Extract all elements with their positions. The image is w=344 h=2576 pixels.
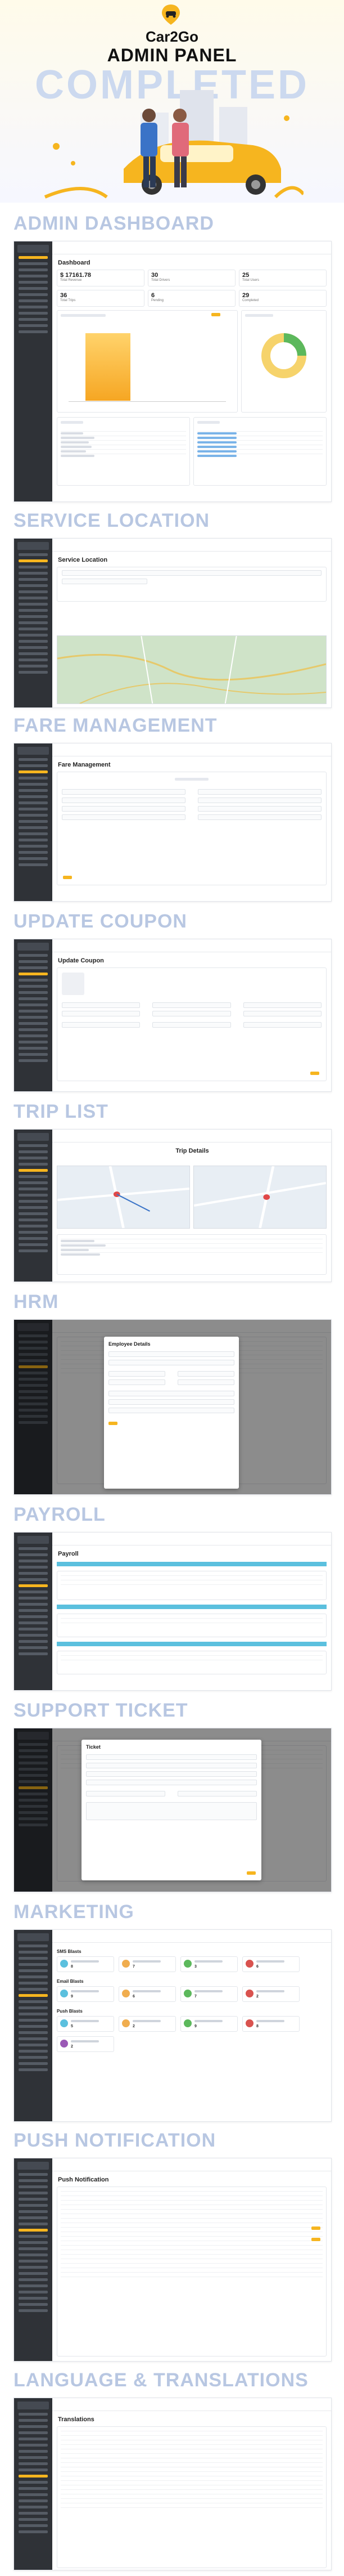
sidebar-item[interactable] [19, 299, 48, 302]
send-button[interactable] [311, 2226, 320, 2230]
blast-tile[interactable]: 2 [57, 2036, 114, 2052]
recent-trips-table [57, 417, 190, 486]
sidebar-item[interactable] [19, 281, 48, 284]
update-button[interactable] [310, 1072, 319, 1075]
blast-tile[interactable]: 8 [57, 1956, 114, 1972]
sidebar-item[interactable] [19, 312, 48, 315]
sidebar-item[interactable] [19, 287, 48, 290]
stat-card: $ 17161.78 Total Revenue [57, 270, 144, 286]
donut-chart [261, 333, 306, 378]
page-title: Service Location [58, 557, 108, 563]
hero-title: ADMIN PANEL [107, 45, 237, 65]
page-title: Trip Details [175, 1148, 209, 1154]
screenshot-fare-management: Fare Management [13, 743, 332, 902]
page-title: Payroll [58, 1551, 79, 1557]
pickup-map[interactable] [57, 1166, 190, 1229]
top-bar [52, 241, 331, 254]
currency-field[interactable] [62, 579, 147, 584]
blast-tile[interactable]: 9 [180, 2016, 238, 2032]
blast-tile[interactable]: 6 [119, 1986, 176, 2002]
screenshot-trip-list: Trip Details [13, 1129, 332, 1282]
section-title-payroll: PAYROLL [13, 1504, 106, 1525]
ticket-modal: Ticket [82, 1740, 261, 1880]
page-title: Push Notification [58, 2176, 109, 2183]
sidebar-item-dashboard[interactable] [19, 256, 48, 259]
page-title: Fare Management [58, 761, 111, 768]
filter-button[interactable] [211, 313, 220, 316]
group-title: Push Blasts [57, 2009, 83, 2014]
revenue-bar [85, 333, 130, 401]
section-title-admin-dashboard: ADMIN DASHBOARD [13, 213, 214, 234]
blast-tile[interactable]: 8 [242, 2016, 300, 2032]
save-button[interactable] [108, 1422, 117, 1425]
trips-chart-card [241, 310, 327, 413]
stat-card: 29 Completed [239, 290, 327, 307]
blast-tile[interactable]: 6 [242, 1956, 300, 1972]
hero-banner: Car2Go COMPLETED ADMIN PANEL [0, 0, 344, 203]
modal-title: Employee Details [108, 1341, 151, 1347]
recent-users-table [193, 417, 327, 486]
screenshot-push-notification: Push Notification [13, 2158, 332, 2362]
blast-tile[interactable]: 7 [119, 1956, 176, 1972]
group-title: Email Blasts [57, 1979, 84, 1984]
section-title-push-notification: PUSH NOTIFICATION [13, 2130, 216, 2151]
screenshot-payroll: Payroll [13, 1532, 332, 1691]
stat-card: 36 Total Trips [57, 290, 144, 307]
section-title-language-translations: LANGUAGE & TRANSLATIONS [13, 2369, 309, 2391]
revenue-chart-card [57, 310, 238, 413]
sidebar-item[interactable] [19, 268, 48, 271]
page-title: Update Coupon [58, 957, 104, 964]
employee-modal: Employee Details [104, 1337, 239, 1489]
group-title: SMS Blasts [57, 1949, 82, 1954]
hero-illustration [44, 90, 304, 199]
page-title: Dashboard [58, 259, 90, 266]
screenshot-language-translations: Translations [13, 2398, 332, 2570]
sidebar-item[interactable] [19, 262, 48, 265]
section-title-support-ticket: SUPPORT TICKET [13, 1700, 188, 1721]
screenshot-support-ticket: Ticket [13, 1728, 332, 1892]
blast-tile[interactable]: 3 [180, 1956, 238, 1972]
section-title-service-location: SERVICE LOCATION [13, 510, 210, 531]
location-map[interactable] [57, 635, 327, 704]
section-title-update-coupon: UPDATE COUPON [13, 911, 187, 932]
screenshot-hrm: Employee Details [13, 1319, 332, 1495]
sidebar-item[interactable] [19, 293, 48, 296]
section-title-fare-management: FARE MANAGEMENT [13, 715, 218, 736]
sidebar-item[interactable] [19, 324, 48, 327]
name-field[interactable] [62, 570, 322, 576]
screenshot-update-coupon: Update Coupon [13, 939, 332, 1092]
stat-card: 25 Total Users [239, 270, 327, 286]
blast-tile[interactable]: 7 [180, 1986, 238, 2002]
logo-pin-icon [162, 5, 180, 25]
sidebar-item[interactable] [19, 275, 48, 277]
page-title: Translations [58, 2416, 94, 2423]
section-title-hrm: HRM [13, 1291, 59, 1312]
drop-map[interactable] [193, 1166, 327, 1229]
screenshot-admin-dashboard: Dashboard $ 17161.78 Total Revenue 30 Tota… [13, 241, 332, 502]
blast-tile[interactable]: 2 [242, 1986, 300, 2002]
sidebar [14, 241, 52, 501]
sidebar-item[interactable] [19, 330, 48, 333]
send-button[interactable] [311, 2238, 320, 2241]
blast-tile[interactable]: 9 [57, 1986, 114, 2002]
screenshot-service-location: Service Location [13, 538, 332, 708]
brand-name: Car2Go [146, 28, 198, 45]
stat-card: 30 Total Drivers [148, 270, 236, 286]
section-title-trip-list: TRIP LIST [13, 1101, 108, 1122]
blast-tile[interactable]: 2 [119, 2016, 176, 2032]
blast-tile[interactable]: 5 [57, 2016, 114, 2032]
coupon-image[interactable] [62, 973, 84, 995]
section-title-marketing: MARKETING [13, 1901, 134, 1923]
stat-card: 6 Pending [148, 290, 236, 307]
modal-title: Ticket [86, 1744, 101, 1750]
screenshot-marketing: SMS Blasts 8 7 3 6 Email Blasts 9 6 7 2 … [13, 1929, 332, 2122]
submit-button[interactable] [63, 876, 72, 879]
submit-button[interactable] [247, 1871, 256, 1875]
sidebar-item[interactable] [19, 306, 48, 308]
sidebar-item[interactable] [19, 318, 48, 321]
